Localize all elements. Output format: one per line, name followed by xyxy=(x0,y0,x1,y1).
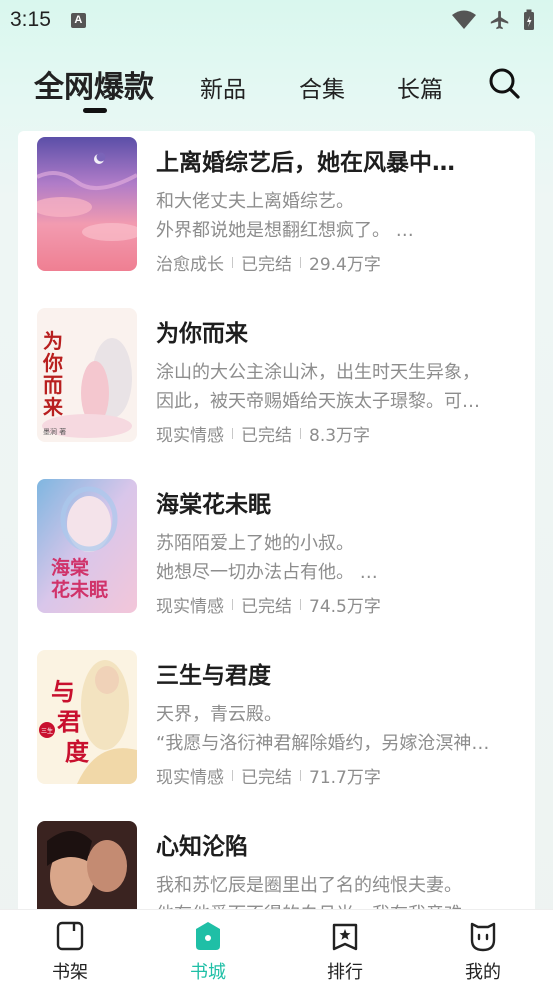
book-item[interactable]: 上离婚综艺后，她在风暴中… 和大佬丈夫上离婚综艺。 外界都说她是想翻红想疯了。 … xyxy=(18,131,535,281)
book-description-line-2: 他有他爱而不得的白月光，我有我竞难… xyxy=(156,900,518,909)
cover-title-line-2: 君 xyxy=(57,707,81,736)
book-meta: 现实情感 已完结 71.7万字 xyxy=(156,763,381,788)
nav-label: 我的 xyxy=(465,962,501,983)
status-bar: 3:15 A xyxy=(0,0,553,40)
tab-new[interactable]: 新品 xyxy=(200,70,246,104)
cover-title-line-1: 海棠 xyxy=(51,556,90,579)
book-cover: 为你而来 墨涧 著 xyxy=(37,308,137,442)
book-title: 为你而来 xyxy=(156,321,248,347)
tab-collection[interactable]: 合集 xyxy=(299,70,345,104)
category-tabs: 全网爆款 新品 合集 长篇 xyxy=(0,56,553,116)
meta-separator xyxy=(232,770,233,781)
nav-bookshelf[interactable]: 书架 xyxy=(20,910,120,983)
book-description-line-2: “我愿与洛衍神君解除婚约，另嫁沧溟神… xyxy=(156,733,490,754)
book-meta: 现实情感 已完结 8.3万字 xyxy=(156,421,370,446)
nav-label: 书城 xyxy=(190,962,226,983)
nav-ranking[interactable]: 排行 xyxy=(295,910,395,983)
meta-separator xyxy=(300,599,301,610)
book-word-count: 8.3万字 xyxy=(309,426,371,446)
meta-separator xyxy=(232,257,233,268)
profile-icon xyxy=(470,922,496,952)
book-list: 上离婚综艺后，她在风暴中… 和大佬丈夫上离婚综艺。 外界都说她是想翻红想疯了。 … xyxy=(18,131,535,909)
bottom-navigation: 书架 书城 排行 我的 xyxy=(0,909,553,983)
nav-label: 排行 xyxy=(327,962,363,983)
meta-separator xyxy=(300,770,301,781)
book-title: 海棠花未眠 xyxy=(156,492,271,518)
meta-separator xyxy=(232,599,233,610)
book-word-count: 29.4万字 xyxy=(309,255,381,275)
wifi-icon xyxy=(452,10,476,29)
book-category: 现实情感 xyxy=(156,426,224,446)
tab-long[interactable]: 长篇 xyxy=(397,70,443,104)
book-title: 心知沦陷 xyxy=(156,834,248,860)
bookshelf-icon xyxy=(56,921,84,951)
cover-title-line-3: 度 xyxy=(65,737,90,766)
book-meta: 现实情感 已完结 74.5万字 xyxy=(156,592,381,617)
meta-separator xyxy=(300,428,301,439)
book-cover xyxy=(37,137,137,271)
book-description-line-2: 外界都说她是想翻红想疯了。 … xyxy=(156,220,414,241)
book-title: 上离婚综艺后，她在风暴中… xyxy=(156,150,455,176)
tab-hot[interactable]: 全网爆款 xyxy=(34,62,154,106)
book-word-count: 74.5万字 xyxy=(309,597,381,617)
book-item[interactable]: 为你而来 墨涧 著 为你而来 涂山的大公主涂山沐，出生时天生异象， 因此，被天帝… xyxy=(18,302,535,452)
book-item[interactable]: 与 君 度 三生 三生与君度 天界，青云殿。 “我愿与洛衍神君解除婚约，另嫁沧溟… xyxy=(18,644,535,794)
nav-label: 书架 xyxy=(52,962,88,983)
airplane-icon xyxy=(490,10,509,30)
book-cover xyxy=(37,821,137,909)
book-description-line-1: 涂山的大公主涂山沐，出生时天生异象， xyxy=(156,362,480,383)
nav-bookstore[interactable]: 书城 xyxy=(158,910,258,983)
cover-title-line-1: 与 xyxy=(51,677,75,706)
book-title: 三生与君度 xyxy=(156,663,271,689)
book-description-line-1: 天界，青云殿。 xyxy=(156,704,282,725)
book-description-line-2: 她想尽一切办法占有他。 … xyxy=(156,562,378,583)
cover-title-char: 为你而来 xyxy=(42,329,64,419)
cover-title-line-2: 花未眠 xyxy=(51,578,108,601)
book-status: 已完结 xyxy=(241,426,292,446)
cover-author: 墨涧 著 xyxy=(43,427,66,436)
notification-a-icon: A xyxy=(70,12,86,28)
book-item[interactable]: 心知沦陷 我和苏忆辰是圈里出了名的纯恨夫妻。 他有他爱而不得的白月光，我有我竞难… xyxy=(18,815,535,909)
book-description-line-2: 因此，被天帝赐婚给天族太子璟黎。可… xyxy=(156,391,480,412)
book-cover: 海棠 花未眠 xyxy=(37,479,137,613)
meta-separator xyxy=(232,428,233,439)
cover-badge: 三生 xyxy=(41,727,53,735)
ranking-icon xyxy=(332,923,358,951)
book-status: 已完结 xyxy=(241,255,292,275)
nav-profile[interactable]: 我的 xyxy=(433,910,533,983)
book-meta: 治愈成长 已完结 29.4万字 xyxy=(156,250,381,275)
battery-icon xyxy=(524,9,534,30)
book-description-line-1: 和大佬丈夫上离婚综艺。 xyxy=(156,191,354,212)
book-category: 现实情感 xyxy=(156,768,224,788)
book-word-count: 71.7万字 xyxy=(309,768,381,788)
book-cover: 与 君 度 三生 xyxy=(37,650,137,784)
book-category: 现实情感 xyxy=(156,597,224,617)
tab-active-indicator xyxy=(83,108,107,113)
book-status: 已完结 xyxy=(241,597,292,617)
book-status: 已完结 xyxy=(241,768,292,788)
bookstore-icon xyxy=(196,922,220,950)
status-time: 3:15 xyxy=(10,8,51,31)
book-description-line-1: 苏陌陌爱上了她的小叔。 xyxy=(156,533,354,554)
book-description-line-1: 我和苏忆辰是圈里出了名的纯恨夫妻。 xyxy=(156,875,462,896)
book-item[interactable]: 海棠 花未眠 海棠花未眠 苏陌陌爱上了她的小叔。 她想尽一切办法占有他。 … 现… xyxy=(18,473,535,623)
status-icons xyxy=(451,9,535,31)
meta-separator xyxy=(300,257,301,268)
book-category: 治愈成长 xyxy=(156,255,224,275)
search-icon[interactable] xyxy=(487,66,521,100)
